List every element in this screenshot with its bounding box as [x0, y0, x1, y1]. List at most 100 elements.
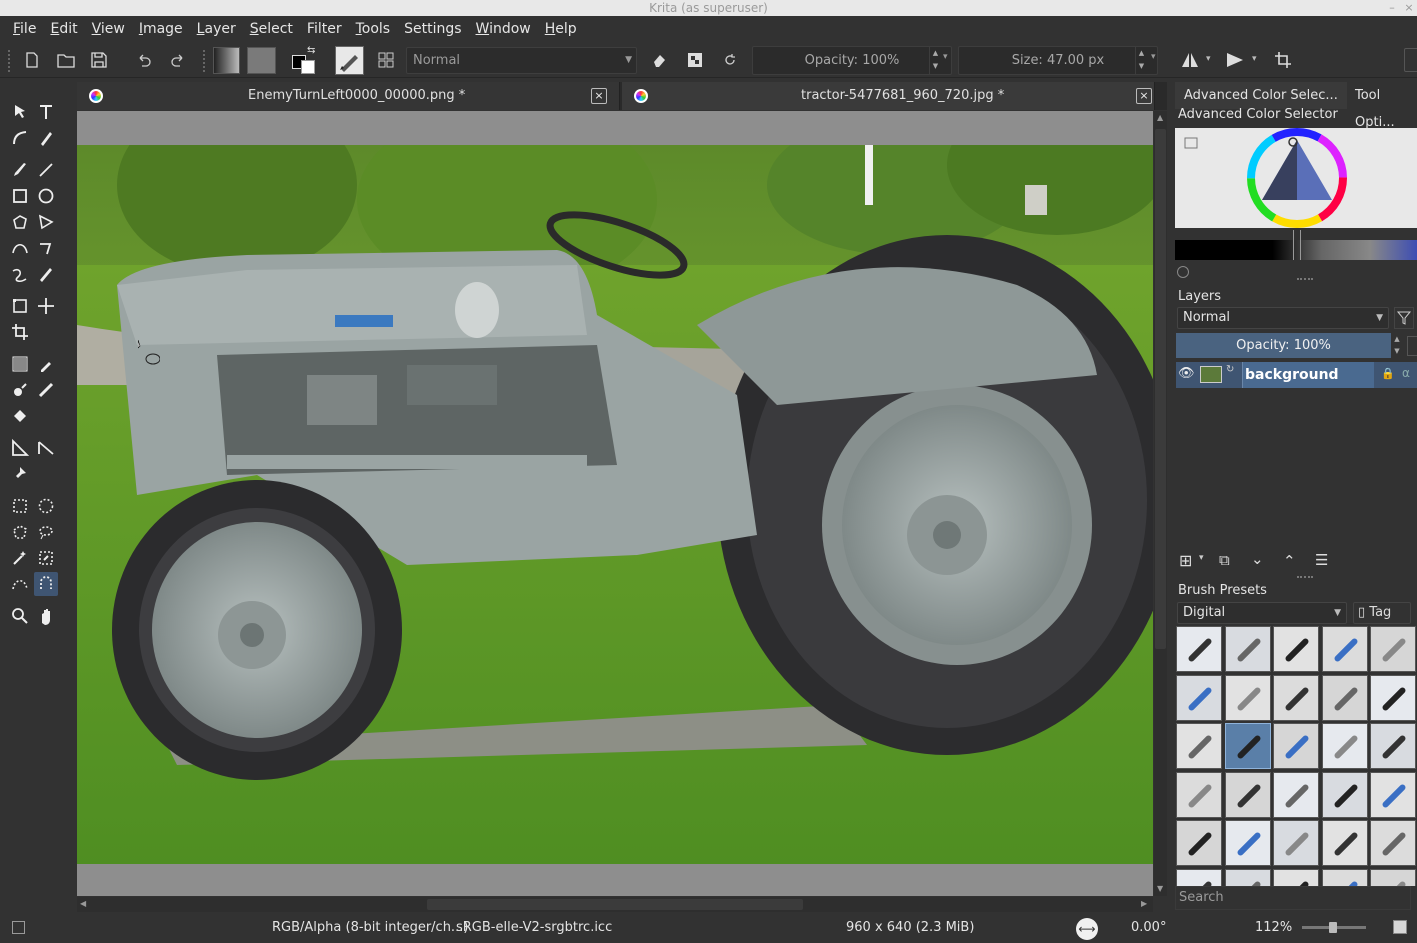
brush-preset-item[interactable]: [1273, 820, 1319, 866]
brush-preset-item[interactable]: [1224, 771, 1271, 818]
brush-preset-item[interactable]: [1273, 723, 1319, 769]
preserve-alpha-button[interactable]: [682, 47, 708, 73]
dynamic-brush-tool[interactable]: [8, 262, 32, 286]
color-slider-handle[interactable]: [1293, 230, 1301, 260]
alpha-lock-icon[interactable]: α: [1402, 366, 1410, 380]
brush-preset-item[interactable]: [1321, 771, 1368, 818]
brush-preset-item[interactable]: [1321, 674, 1368, 721]
reload-preset-button[interactable]: [717, 47, 743, 73]
polyline-tool[interactable]: [34, 210, 58, 234]
layer-opacity-stepper[interactable]: ▲ ▼: [1391, 333, 1403, 358]
tab-advanced-color-selector[interactable]: Advanced Color Selec...: [1175, 82, 1347, 109]
layer-opacity-slider[interactable]: Opacity: 100%: [1176, 333, 1391, 358]
brush-preset-item[interactable]: [1370, 868, 1416, 886]
brush-search-input[interactable]: Search: [1175, 886, 1411, 910]
brush-preset-item[interactable]: [1224, 674, 1271, 721]
rotation-icon[interactable]: ⟷: [1076, 918, 1098, 940]
polygonal-selection-tool[interactable]: [8, 520, 32, 544]
brush-preset-item[interactable]: [1321, 820, 1368, 866]
blend-mode-select[interactable]: Normal ▼: [406, 47, 637, 74]
mirror-v-menu-icon[interactable]: ▾: [1252, 54, 1257, 64]
menu-window[interactable]: Window: [469, 16, 538, 42]
brush-preset-button[interactable]: [335, 46, 364, 75]
text-tool[interactable]: [34, 100, 58, 124]
horizontal-scroll-thumb[interactable]: [427, 899, 803, 910]
menu-select[interactable]: Select: [243, 16, 300, 42]
bezier-curve-tool[interactable]: [8, 236, 32, 260]
menu-settings[interactable]: Settings: [397, 16, 468, 42]
mirror-horizontal-button[interactable]: [1177, 47, 1203, 73]
scroll-down-icon[interactable]: ▼: [1157, 884, 1163, 893]
toolbar-handle[interactable]: [8, 50, 12, 72]
brush-tag-select[interactable]: Digital ▼: [1177, 602, 1347, 624]
brush-preset-item[interactable]: [1321, 723, 1368, 769]
menu-filter[interactable]: Filter: [300, 16, 349, 42]
opacity-stepper[interactable]: ▲ ▼: [929, 47, 941, 74]
brush-preset-item[interactable]: [1273, 868, 1319, 886]
move-layer-up-button[interactable]: ⌃: [1283, 552, 1296, 570]
freehand-path-tool[interactable]: [34, 236, 58, 260]
selection-indicator-icon[interactable]: [12, 921, 25, 934]
ellipse-tool[interactable]: [34, 184, 58, 208]
layer-filter-button[interactable]: [1394, 307, 1414, 329]
minimize-button[interactable]: –: [1383, 0, 1401, 16]
reference-images-tool[interactable]: [8, 462, 32, 486]
eraser-mode-button[interactable]: [646, 47, 672, 73]
color-history-icon[interactable]: [1177, 266, 1189, 278]
colorize-mask-tool[interactable]: [8, 378, 32, 402]
size-stepper[interactable]: ▲ ▼: [1135, 47, 1147, 74]
new-document-button[interactable]: [19, 47, 45, 73]
rectangle-tool[interactable]: [8, 184, 32, 208]
magnetic-selection-tool[interactable]: [34, 572, 58, 596]
pattern-selector-button[interactable]: [247, 47, 276, 74]
pan-tool[interactable]: [34, 604, 58, 628]
brush-preset-item[interactable]: [1370, 626, 1416, 672]
opacity-menu-icon[interactable]: ▾: [943, 52, 948, 62]
save-button[interactable]: [86, 47, 112, 73]
brush-preset-item[interactable]: [1370, 771, 1416, 818]
move-tool[interactable]: [34, 294, 58, 318]
brush-preset-item[interactable]: [1176, 626, 1222, 672]
bezier-selection-tool[interactable]: [8, 572, 32, 596]
close-tab-1-button[interactable]: ×: [591, 88, 607, 104]
color-wheel-triangle[interactable]: [1175, 128, 1417, 228]
tab-tool-options[interactable]: Tool Opti...: [1346, 82, 1417, 130]
zoom-status[interactable]: 112%: [1255, 920, 1292, 935]
scroll-left-icon[interactable]: ◀: [80, 899, 86, 908]
open-document-button[interactable]: [53, 47, 79, 73]
tag-button[interactable]: ▯ Tag: [1353, 602, 1411, 624]
gradient-tool[interactable]: [8, 352, 32, 376]
measure-tool[interactable]: [8, 436, 32, 460]
menu-help[interactable]: Help: [538, 16, 584, 42]
wrap-mode-icon[interactable]: [1393, 920, 1407, 934]
zoom-slider-handle[interactable]: [1329, 922, 1337, 933]
scroll-up-icon[interactable]: ▲: [1157, 113, 1163, 122]
duplicate-layer-button[interactable]: ⧉: [1219, 551, 1230, 569]
brush-preset-item[interactable]: [1176, 868, 1222, 886]
undo-button[interactable]: [131, 47, 157, 73]
freehand-selection-tool[interactable]: [34, 520, 58, 544]
menu-image[interactable]: Image: [132, 16, 190, 42]
freehand-brush-tool[interactable]: [8, 158, 32, 182]
background-color[interactable]: [301, 60, 315, 74]
add-layer-button[interactable]: ⊞: [1179, 551, 1192, 570]
brush-preset-item[interactable]: [1370, 820, 1416, 866]
lock-icon[interactable]: 🔒: [1381, 367, 1395, 380]
zoom-tool[interactable]: [8, 604, 32, 628]
fill-tool[interactable]: [8, 404, 32, 428]
opacity-slider[interactable]: Opacity: 100% ▲ ▼: [752, 46, 952, 75]
redo-button[interactable]: [165, 47, 191, 73]
add-layer-menu-icon[interactable]: ▾: [1199, 553, 1204, 563]
horizontal-scrollbar[interactable]: ◀ ▶: [77, 897, 1153, 912]
brush-preset-item[interactable]: [1370, 674, 1416, 721]
vertical-scroll-thumb[interactable]: [1155, 129, 1166, 649]
layer-row-background[interactable]: 👁 ↻ background 🔒 α: [1176, 362, 1417, 388]
calligraphy-tool[interactable]: [34, 126, 58, 150]
canvas-image[interactable]: [77, 145, 1153, 864]
elliptical-selection-tool[interactable]: [34, 494, 58, 518]
brush-preset-item[interactable]: [1176, 771, 1222, 818]
color-model-status[interactable]: RGB/Alpha (8-bit integer/ch...): [272, 920, 468, 935]
multibrush-tool[interactable]: [34, 262, 58, 286]
layer-opacity-extra-button[interactable]: [1407, 336, 1417, 356]
line-tool[interactable]: [34, 158, 58, 182]
